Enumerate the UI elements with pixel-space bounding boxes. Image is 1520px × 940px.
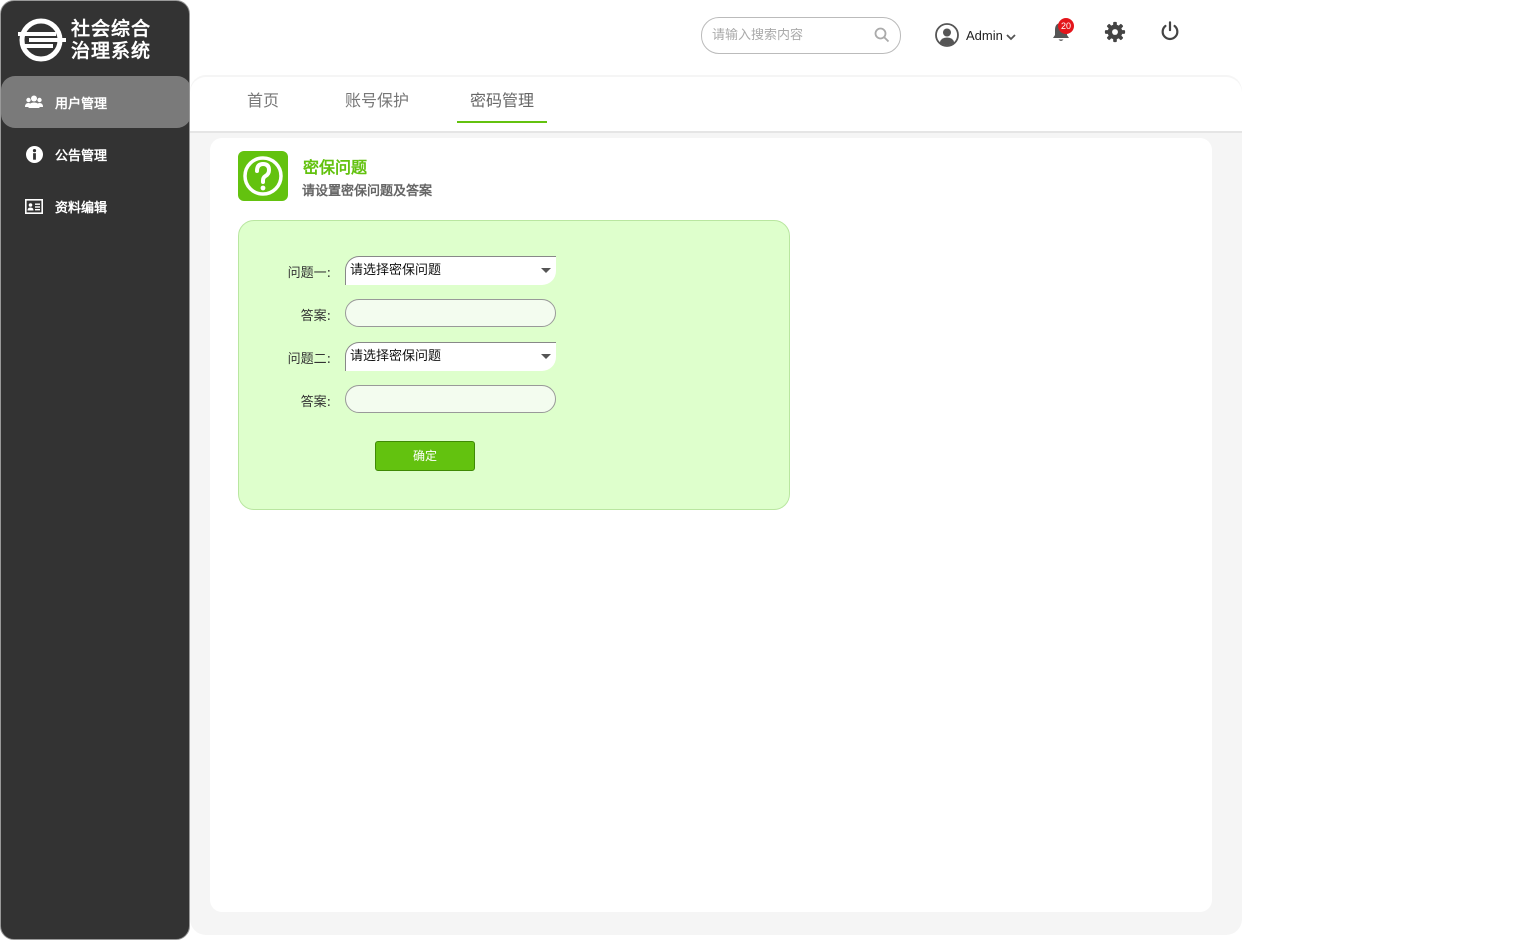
power-icon[interactable] [1159,20,1181,42]
form-row-answer-2: 答案: [239,385,791,415]
tab-bar: 首页 账号保护 密码管理 [190,77,1242,133]
submit-button[interactable]: 确定 [375,441,475,471]
question-2-label: 问题二: [287,352,331,367]
tab-home[interactable]: 首页 [235,77,291,123]
question-icon [238,151,288,201]
app-title: 社会综合 治理系统 [71,18,151,62]
answer-1-label: 答案: [300,309,331,324]
id-card-icon [25,197,43,215]
section-title: 密保问题 [303,158,368,177]
notification-badge: 20 [1058,18,1074,34]
dropdown-arrow-icon [541,354,551,359]
logo-icon [18,18,66,62]
sidebar: 社会综合 治理系统 用户管理 公告管理 资料编辑 [0,0,190,940]
form-row-question-1: 问题一: 请选择密保问题 [239,256,791,286]
sidebar-item-label: 用户管理 [55,96,108,112]
user-name: Admin [966,27,1003,43]
answer-2-label: 答案: [300,395,331,410]
question-2-select[interactable]: 请选择密保问题 [345,342,556,371]
question-2-value: 请选择密保问题 [350,349,442,364]
sidebar-item-announcement-management[interactable]: 公告管理 [1,128,189,180]
sidebar-item-label: 公告管理 [55,148,108,164]
form-row-answer-1: 答案: [239,299,791,329]
answer-1-input[interactable] [345,299,556,327]
section-subtitle: 请设置密保问题及答案 [302,184,433,199]
search-icon[interactable] [874,27,890,47]
gear-icon[interactable] [1104,21,1126,43]
app-title-line1: 社会综合 [71,18,152,40]
answer-2-input[interactable] [345,385,556,413]
app-title-line2: 治理系统 [71,40,152,62]
content-card: 密保问题 请设置密保问题及答案 问题一: 请选择密保问题 答案: 问题二: 请选… [210,138,1212,912]
security-question-form: 问题一: 请选择密保问题 答案: 问题二: 请选择密保问题 答案: 确定 [238,220,790,510]
info-icon [25,145,43,163]
avatar-icon [935,23,959,47]
tab-account-protection[interactable]: 账号保护 [332,77,422,123]
users-icon [25,93,43,111]
search-input[interactable] [712,28,862,43]
user-menu[interactable]: Admin [935,22,1016,48]
question-1-select[interactable]: 请选择密保问题 [345,256,556,285]
form-row-question-2: 问题二: 请选择密保问题 [239,342,791,372]
app-logo: 社会综合 治理系统 [17,17,187,63]
dropdown-arrow-icon [541,268,551,273]
search-box [701,17,901,54]
main-panel: 首页 账号保护 密码管理 密保问题 请设置密保问题及答案 问题一: 请选择密保问… [190,75,1242,935]
sidebar-item-label: 资料编辑 [55,200,108,216]
tab-password-management[interactable]: 密码管理 [457,77,547,123]
question-1-value: 请选择密保问题 [350,263,442,278]
chevron-down-icon [1006,33,1016,40]
sidebar-item-profile-edit[interactable]: 资料编辑 [1,180,189,232]
sidebar-item-user-management[interactable]: 用户管理 [1,76,189,128]
sidebar-nav: 用户管理 公告管理 资料编辑 [1,76,189,232]
question-1-label: 问题一: [287,266,331,281]
